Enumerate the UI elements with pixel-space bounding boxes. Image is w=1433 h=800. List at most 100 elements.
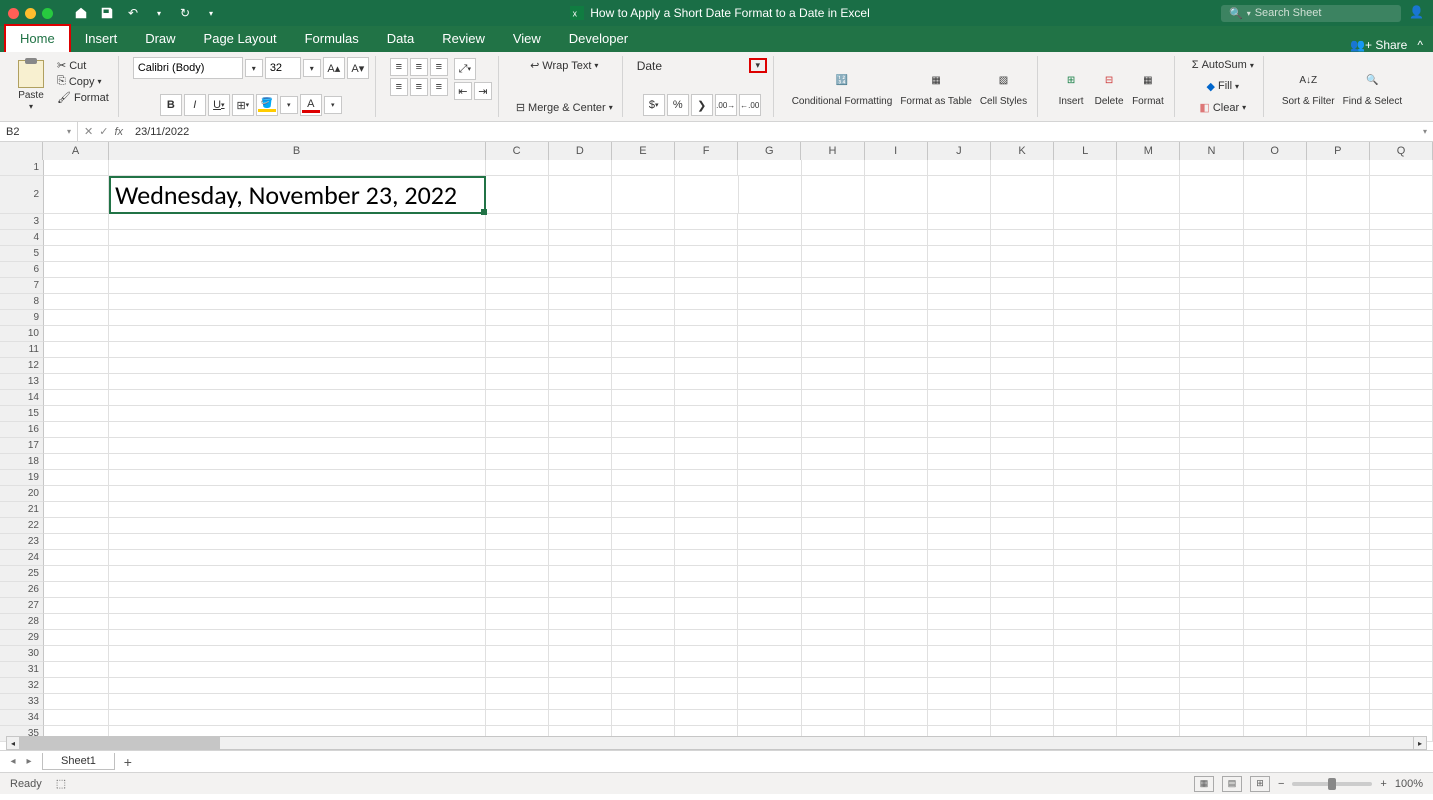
- cell[interactable]: [1180, 662, 1243, 678]
- cell[interactable]: [675, 294, 738, 310]
- cell[interactable]: [1244, 502, 1307, 518]
- cell[interactable]: [1370, 662, 1433, 678]
- cell[interactable]: [1054, 646, 1117, 662]
- align-left-button[interactable]: ≡: [390, 78, 408, 96]
- cell[interactable]: [991, 246, 1054, 262]
- cell[interactable]: [612, 534, 675, 550]
- row-header-21[interactable]: 21: [0, 502, 44, 518]
- cell[interactable]: [612, 678, 675, 694]
- cell[interactable]: [486, 310, 549, 326]
- cell[interactable]: [612, 390, 675, 406]
- collapse-ribbon-icon[interactable]: ^: [1417, 38, 1423, 52]
- cell[interactable]: [44, 246, 109, 262]
- cell[interactable]: [1117, 502, 1180, 518]
- cell[interactable]: [991, 262, 1054, 278]
- cell[interactable]: [1054, 230, 1117, 246]
- cell[interactable]: [991, 358, 1054, 374]
- cell[interactable]: [1307, 614, 1370, 630]
- cell[interactable]: [1370, 230, 1433, 246]
- cell[interactable]: [612, 176, 675, 214]
- cell[interactable]: [675, 502, 738, 518]
- align-bottom-button[interactable]: ≡: [430, 58, 448, 76]
- cell[interactable]: [738, 262, 801, 278]
- cell[interactable]: [928, 310, 991, 326]
- cell[interactable]: [1307, 582, 1370, 598]
- share-button[interactable]: 👥+ Share: [1350, 38, 1407, 52]
- font-size-combo[interactable]: [265, 57, 301, 79]
- cell[interactable]: [44, 662, 109, 678]
- cell[interactable]: [1117, 614, 1180, 630]
- cell[interactable]: [865, 470, 928, 486]
- cell[interactable]: [1370, 550, 1433, 566]
- cell[interactable]: [486, 278, 549, 294]
- cell[interactable]: [109, 470, 486, 486]
- cell[interactable]: [549, 582, 612, 598]
- cell[interactable]: [1244, 422, 1307, 438]
- col-header-m[interactable]: M: [1117, 142, 1180, 160]
- cell[interactable]: [109, 358, 486, 374]
- cell[interactable]: [991, 582, 1054, 598]
- cell[interactable]: [1370, 614, 1433, 630]
- cell[interactable]: [612, 662, 675, 678]
- cell[interactable]: [44, 422, 109, 438]
- cell[interactable]: [109, 614, 486, 630]
- percent-button[interactable]: %: [667, 94, 689, 116]
- font-color-dropdown[interactable]: ▾: [324, 96, 342, 114]
- cell[interactable]: [1370, 294, 1433, 310]
- cell[interactable]: [1370, 566, 1433, 582]
- cell[interactable]: [802, 406, 865, 422]
- row-header-5[interactable]: 5: [0, 246, 44, 262]
- cell[interactable]: [928, 358, 991, 374]
- cell[interactable]: [865, 598, 928, 614]
- italic-button[interactable]: I: [184, 94, 206, 116]
- cell[interactable]: [1244, 406, 1307, 422]
- tab-draw[interactable]: Draw: [131, 26, 189, 52]
- cell[interactable]: [486, 230, 549, 246]
- cell[interactable]: [991, 502, 1054, 518]
- cell[interactable]: [109, 502, 486, 518]
- zoom-in-button[interactable]: +: [1380, 778, 1386, 790]
- cell[interactable]: [1180, 438, 1243, 454]
- sort-filter-button[interactable]: A↓ZSort & Filter: [1278, 64, 1339, 109]
- cell[interactable]: [738, 278, 801, 294]
- cell[interactable]: [486, 598, 549, 614]
- cell[interactable]: [612, 614, 675, 630]
- cell[interactable]: [865, 534, 928, 550]
- cell[interactable]: [928, 160, 991, 176]
- redo-icon[interactable]: ↻: [177, 5, 193, 21]
- cell[interactable]: [865, 662, 928, 678]
- cell[interactable]: [1244, 614, 1307, 630]
- cell[interactable]: [1307, 214, 1370, 230]
- cell[interactable]: [486, 438, 549, 454]
- cell[interactable]: [865, 566, 928, 582]
- cell[interactable]: [549, 694, 612, 710]
- cell[interactable]: [1054, 694, 1117, 710]
- cell[interactable]: [549, 278, 612, 294]
- cell[interactable]: [675, 662, 738, 678]
- cell[interactable]: [928, 176, 991, 214]
- row-header-14[interactable]: 14: [0, 390, 44, 406]
- cell[interactable]: [991, 160, 1054, 176]
- cell[interactable]: [1117, 246, 1180, 262]
- cell[interactable]: [991, 662, 1054, 678]
- cell[interactable]: [675, 454, 738, 470]
- cell[interactable]: [1054, 176, 1117, 214]
- cell[interactable]: [44, 358, 109, 374]
- cell[interactable]: [802, 678, 865, 694]
- decrease-font-button[interactable]: A▾: [347, 57, 369, 79]
- row-header-3[interactable]: 3: [0, 214, 44, 230]
- cell[interactable]: [675, 278, 738, 294]
- comma-button[interactable]: ❯: [691, 94, 713, 116]
- cell[interactable]: [865, 454, 928, 470]
- cell[interactable]: [44, 614, 109, 630]
- cell[interactable]: [612, 374, 675, 390]
- cell[interactable]: [738, 406, 801, 422]
- row-header-28[interactable]: 28: [0, 614, 44, 630]
- number-format-dropdown-icon[interactable]: ▾: [749, 58, 767, 73]
- cell[interactable]: [1117, 406, 1180, 422]
- row-header-23[interactable]: 23: [0, 534, 44, 550]
- cell[interactable]: [1180, 230, 1243, 246]
- cell[interactable]: [802, 160, 865, 176]
- cell[interactable]: [1307, 294, 1370, 310]
- cell[interactable]: [1117, 550, 1180, 566]
